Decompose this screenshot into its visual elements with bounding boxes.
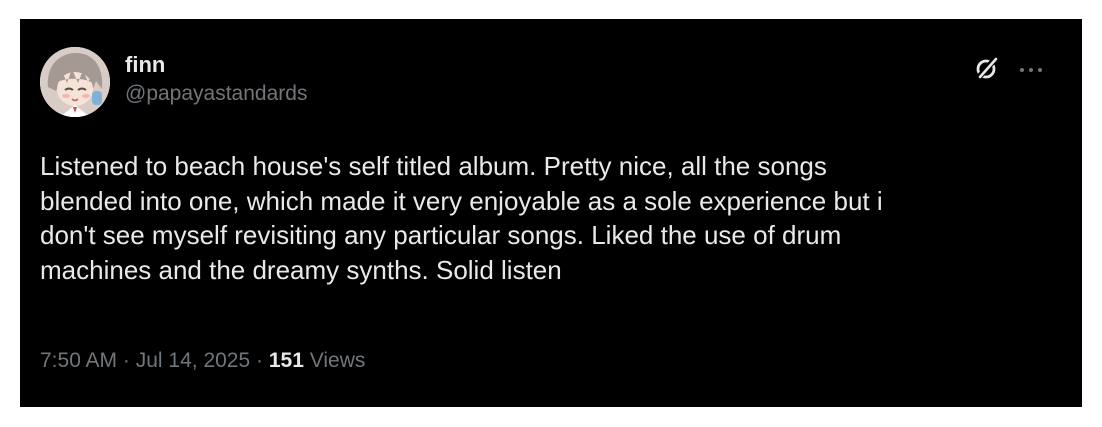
post-date[interactable]: Jul 14, 2025: [136, 349, 250, 372]
views-count[interactable]: 151: [269, 349, 304, 372]
post-header: finn @papayastandards: [40, 47, 1062, 117]
post-meta: 7:50 AM · Jul 14, 2025 · 151 Views: [40, 347, 365, 375]
post-text: Listened to beach house's self titled al…: [40, 151, 883, 285]
post-card[interactable]: finn @papayastandards Listened to beach …: [20, 19, 1082, 407]
page: finn @papayastandards Listened to beach …: [0, 0, 1102, 427]
meta-separator: ·: [250, 349, 269, 372]
post-time[interactable]: 7:50 AM: [40, 349, 117, 372]
avatar-image: [40, 47, 110, 117]
meta-separator: ·: [117, 349, 136, 372]
grok-icon[interactable]: [974, 55, 1000, 86]
views-label: Views: [303, 349, 366, 372]
author-handle[interactable]: @papayastandards: [125, 79, 307, 109]
author-display-name[interactable]: finn: [125, 51, 307, 79]
avatar[interactable]: [40, 47, 110, 117]
post-actions: [974, 55, 1044, 85]
more-options-icon[interactable]: [1018, 61, 1044, 79]
author-identity: finn @papayastandards: [125, 51, 307, 109]
